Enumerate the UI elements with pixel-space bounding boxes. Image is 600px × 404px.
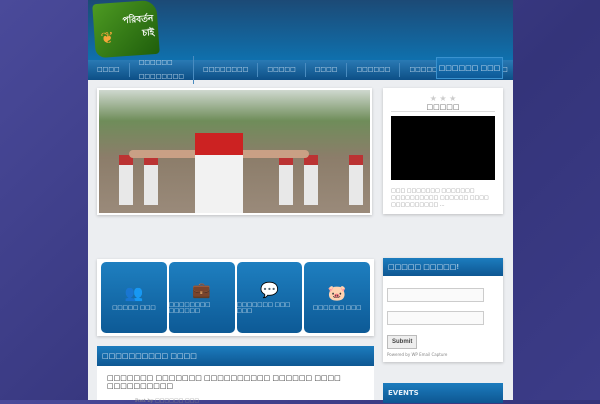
- image-slider[interactable]: [97, 88, 372, 215]
- feature-label: □□□□□□□□ □□□□□□: [168, 302, 211, 314]
- chat-icon: 💬: [260, 281, 279, 299]
- video-description: □□□ □□□□□□□ □□□□□□□ □□□□□□□□□□ □□□□□□ □□…: [391, 188, 489, 208]
- feature-label: □□□□□□□ □□□ □□□: [236, 302, 291, 314]
- people-icon: 👥: [124, 284, 144, 302]
- briefcase-icon: 💼: [192, 281, 211, 299]
- butterfly-icon: ❦: [99, 27, 115, 48]
- nav-item[interactable]: □□□□: [306, 63, 348, 77]
- post-title[interactable]: □□□□□□□ □□□□□□□ □□□□□□□□□□ □□□□□□ □□□□ □…: [107, 374, 364, 390]
- slider-photo: [99, 90, 370, 213]
- nav-cta-button[interactable]: □□□□□□ □□□: [436, 57, 503, 79]
- site-logo[interactable]: পরিবর্তন চাই ❦: [92, 0, 160, 59]
- nav-item[interactable]: □□□□□□: [347, 63, 401, 77]
- powered-by-text[interactable]: Powered by WP Email Capture: [387, 352, 503, 357]
- email-input[interactable]: [387, 311, 484, 325]
- rating-stars: ★ ★ ★: [429, 94, 457, 103]
- post-author: Post by □□□□□□ □□□: [135, 398, 200, 404]
- feature-tile[interactable]: 👥 □□□□□ □□□: [101, 262, 167, 333]
- video-title: □□□□□: [391, 103, 495, 112]
- submit-button[interactable]: Submit: [387, 335, 418, 349]
- feature-label: □□□□□□ □□□: [312, 305, 362, 311]
- feature-tile[interactable]: 💼 □□□□□□□□ □□□□□□: [168, 262, 235, 333]
- header: পরিবর্তন চাই ❦: [88, 0, 513, 60]
- piggy-bank-icon: 🐷: [327, 284, 347, 302]
- nav-item[interactable]: □□□□: [88, 63, 130, 77]
- video-widget: ★ ★ ★ □□□□□ □□□ □□□□□□□ □□□□□□□ □□□□□□□□…: [383, 88, 503, 214]
- video-player[interactable]: [391, 116, 495, 180]
- name-input[interactable]: [387, 288, 484, 302]
- nav-item[interactable]: □□□□□: [258, 63, 306, 77]
- feature-tile[interactable]: 🐷 □□□□□□ □□□: [304, 262, 370, 333]
- email-capture-widget: □□□□□ □□□□□! Submit Powered by WP Email …: [383, 258, 503, 362]
- email-widget-title: □□□□□ □□□□□!: [383, 258, 503, 276]
- nav-item[interactable]: □□□□□□□□: [194, 63, 259, 77]
- features-box: 👥 □□□□□ □□□ 💼 □□□□□□□□ □□□□□□ 💬 □□□□□□□ □□□…: [97, 259, 374, 336]
- nav-item[interactable]: □□□□□□ □□□□□□□□: [130, 56, 195, 84]
- page: পরিবর্তন চাই ❦ □□□□ □□□□□□ □□□□□□□□ □□□□□□…: [88, 0, 513, 404]
- events-header: EVENTS: [383, 383, 503, 403]
- recent-posts-header: □□□□□□□□□□ □□□□: [97, 346, 374, 366]
- post-item: □□□□□□□ □□□□□□□ □□□□□□□□□□ □□□□□□ □□□□ □…: [97, 366, 374, 404]
- feature-label: □□□□□ □□□: [112, 305, 156, 311]
- feature-tile[interactable]: 💬 □□□□□□□ □□□ □□□: [236, 262, 303, 333]
